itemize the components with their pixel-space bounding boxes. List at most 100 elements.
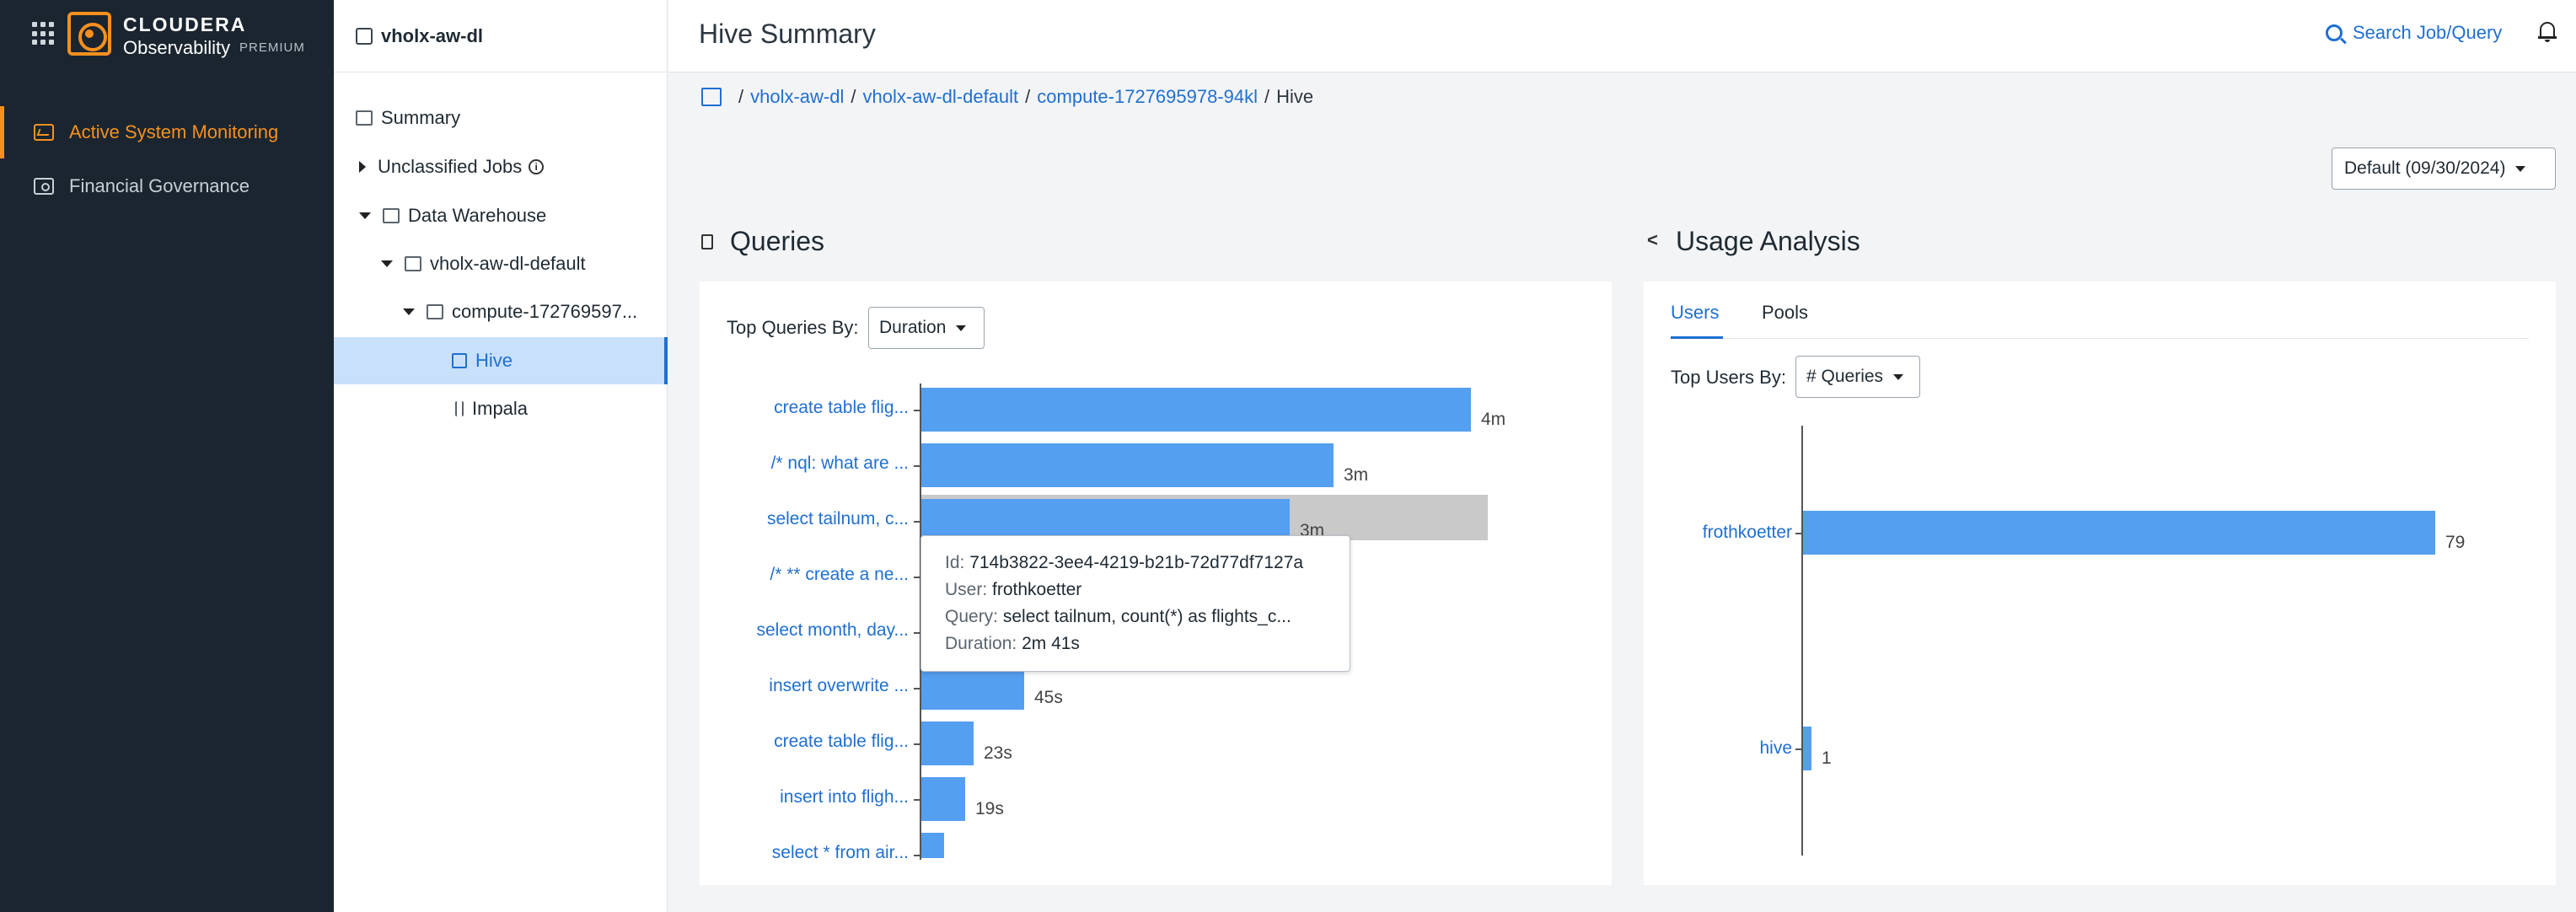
tooltip-duration-key: Duration: — [945, 634, 1017, 653]
user-value-label: 1 — [1822, 748, 1832, 768]
nav-item-active-system-monitoring[interactable]: Active System Monitoring — [0, 106, 334, 158]
tab-pools[interactable]: Pools — [1762, 302, 1821, 339]
tree-item-label: compute-172769597... — [452, 301, 638, 322]
bell-icon[interactable] — [2538, 20, 2557, 42]
axis-tick — [1795, 748, 1802, 750]
breadcrumb-current: Hive — [1276, 86, 1314, 107]
axis-tick — [914, 577, 920, 578]
usage-section-title: Usage Analysis — [1647, 226, 1860, 257]
query-bar[interactable] — [921, 666, 1024, 710]
tree-item-unclassified-jobs[interactable]: Unclassified Jobs i — [334, 143, 668, 190]
left-nav: CLOUDERA Observability PREMIUM Active Sy… — [0, 0, 334, 912]
database-catalog-icon — [405, 256, 421, 271]
query-category-label[interactable]: create table flig... — [774, 732, 909, 752]
usage-y-axis — [1801, 426, 1803, 856]
tree-item-label: Summary — [381, 107, 461, 128]
query-bar[interactable] — [921, 833, 944, 858]
chevron-down-icon[interactable] — [403, 308, 415, 315]
page-title: Hive Summary — [699, 19, 876, 49]
query-category-label[interactable]: /* ** create a ne... — [770, 565, 909, 585]
user-category-label[interactable]: frothkoetter — [1703, 523, 1792, 543]
tree-item-compute[interactable]: compute-172769597... — [334, 288, 668, 335]
user-bar[interactable] — [1803, 511, 2435, 555]
nav-item-financial-governance[interactable]: Financial Governance — [0, 160, 334, 212]
axis-tick — [914, 465, 920, 467]
usage-title-text: Usage Analysis — [1676, 226, 1860, 256]
top-users-by-select[interactable]: # Queries — [1795, 356, 1920, 398]
tree-item-hive[interactable]: Hive — [334, 337, 668, 384]
app-grid-icon[interactable] — [32, 22, 56, 46]
top-users-by-label: Top Users By: — [1671, 367, 1786, 388]
finance-icon — [34, 178, 54, 195]
breadcrumb-environment[interactable]: vholx-aw-dl-default — [863, 86, 1019, 108]
query-tooltip: Id: 714b3822-3ee4-4219-b21b-72d77df7127a… — [920, 535, 1350, 672]
nav-item-label: Financial Governance — [69, 175, 250, 196]
tree-item-label: Data Warehouse — [408, 205, 547, 226]
monitoring-icon — [34, 124, 54, 141]
query-category-label[interactable]: insert overwrite ... — [769, 676, 909, 696]
tab-users[interactable]: Users — [1671, 302, 1723, 339]
breadcrumb-compute[interactable]: compute-1727695978-94kl — [1037, 86, 1258, 108]
query-value-label: 4m — [1481, 410, 1506, 429]
tree-item-label: Impala — [472, 398, 529, 419]
query-category-label[interactable]: insert into fligh... — [780, 787, 909, 807]
query-value-label: 23s — [984, 743, 1012, 763]
axis-tick — [914, 855, 920, 856]
caret-down-icon — [2515, 165, 2526, 172]
brand-product: Observability — [123, 37, 231, 58]
tree-header[interactable]: vholx-aw-dl — [334, 0, 667, 72]
axis-tick — [914, 632, 920, 634]
chevron-right-icon[interactable] — [359, 161, 366, 173]
user-bar[interactable] — [1803, 727, 1811, 770]
tooltip-user-key: User: — [945, 580, 988, 599]
breadcrumb: / vholx-aw-dl / vholx-aw-dl-default / co… — [701, 86, 1313, 108]
search-job-query-link[interactable]: Search Job/Query — [2326, 22, 2502, 44]
tree-item-data-warehouse[interactable]: Data Warehouse — [334, 192, 668, 239]
breadcrumb-cluster[interactable]: vholx-aw-dl — [750, 86, 844, 108]
query-category-label[interactable]: select tailnum, c... — [767, 509, 909, 529]
queries-section-title: Queries — [701, 226, 824, 257]
nav-item-label: Active System Monitoring — [69, 121, 279, 142]
axis-tick — [914, 521, 920, 523]
tree-item-summary[interactable]: Summary — [334, 94, 668, 142]
data-warehouse-icon — [383, 208, 400, 223]
top-queries-by-select[interactable]: Duration — [868, 307, 985, 349]
query-bar[interactable] — [921, 777, 965, 821]
query-bar[interactable] — [921, 722, 974, 765]
query-value-label: 3m — [1344, 465, 1369, 485]
tooltip-query: select tailnum, count(*) as flights_c... — [1002, 607, 1291, 626]
chevron-down-icon[interactable] — [381, 260, 393, 267]
document-icon — [701, 233, 713, 249]
tooltip-duration: 2m 41s — [1022, 634, 1080, 653]
top-queries-by-value: Duration — [879, 318, 947, 337]
tooltip-id-key: Id: — [945, 553, 965, 572]
tree-item-impala[interactable]: Impala — [334, 385, 668, 432]
info-icon[interactable]: i — [529, 159, 545, 174]
axis-tick — [914, 688, 920, 689]
query-category-label[interactable]: select month, day... — [756, 620, 909, 641]
top-users-by-value: # Queries — [1806, 367, 1884, 386]
axis-tick — [914, 799, 920, 801]
summary-icon — [356, 110, 373, 126]
caret-down-icon — [1893, 373, 1904, 380]
brand-tier: PREMIUM — [239, 40, 305, 55]
axis-tick — [1795, 533, 1802, 534]
tree-item-label: Unclassified Jobs — [378, 156, 523, 177]
time-range-value: Default (09/30/2024) — [2344, 158, 2506, 178]
query-bar[interactable] — [921, 388, 1471, 432]
tooltip-id: 714b3822-3ee4-4219-b21b-72d77df7127a — [969, 553, 1304, 572]
hive-icon — [452, 353, 467, 368]
impala-icon — [455, 401, 464, 416]
time-range-select[interactable]: Default (09/30/2024) — [2332, 148, 2556, 190]
cloudera-logo-icon — [67, 12, 111, 56]
caret-down-icon — [956, 325, 967, 331]
chevron-down-icon[interactable] — [359, 212, 371, 219]
query-category-label[interactable]: select * from air... — [772, 843, 909, 863]
query-category-label[interactable]: create table flig... — [774, 398, 909, 418]
query-category-label[interactable]: /* nql: what are ... — [771, 453, 909, 474]
query-bar[interactable] — [921, 443, 1334, 487]
tree-item-vholx-aw-dl-default[interactable]: vholx-aw-dl-default — [334, 240, 668, 287]
tooltip-query-key: Query: — [945, 607, 999, 626]
user-category-label[interactable]: hive — [1759, 738, 1792, 759]
monitoring-icon[interactable] — [701, 88, 722, 106]
